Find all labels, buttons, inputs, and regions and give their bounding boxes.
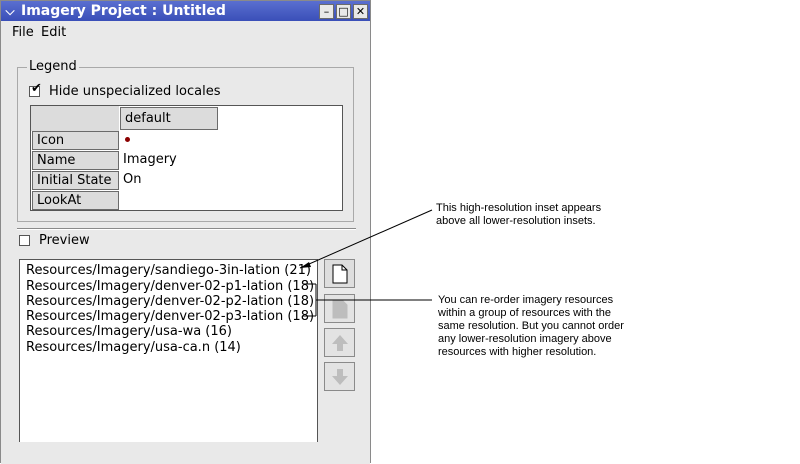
hide-unspecialized-checkbox[interactable]: ✔ bbox=[29, 82, 42, 97]
annotation-bottom: You can re-order imagery resources withi… bbox=[438, 294, 624, 359]
annotation-line: This high-resolution inset appears bbox=[436, 202, 602, 214]
hide-unspecialized-label: Hide unspecialized locales bbox=[49, 84, 221, 99]
preview-checkbox[interactable] bbox=[19, 235, 30, 246]
minimize-icon[interactable]: – bbox=[319, 4, 334, 19]
new-document-icon bbox=[332, 264, 348, 284]
legend-group-label: Legend bbox=[27, 59, 79, 74]
annotation-top: This high-resolution inset appears above… bbox=[436, 202, 601, 228]
row-header-name[interactable]: Name bbox=[32, 151, 119, 170]
separator bbox=[17, 228, 356, 230]
list-item[interactable]: Resources/Imagery/sandiego-3in-lation (2… bbox=[26, 263, 311, 278]
annotation-line: any lower-resolution imagery above bbox=[438, 333, 612, 345]
window-bottom bbox=[1, 442, 370, 464]
placemark-dot-icon[interactable] bbox=[125, 137, 130, 142]
annotation-line: within a group of resources with the bbox=[438, 307, 612, 319]
annotation-line: resources with higher resolution. bbox=[438, 346, 597, 358]
annotation-line: same resolution. But you cannot order bbox=[438, 320, 624, 332]
annotation-line: above all lower-resolution insets. bbox=[436, 215, 596, 227]
move-up-icon bbox=[332, 335, 348, 351]
move-up-button[interactable] bbox=[324, 328, 355, 357]
row-header-lookat[interactable]: LookAt bbox=[32, 191, 119, 210]
row-header-initial-state[interactable]: Initial State bbox=[32, 171, 119, 190]
menu-file[interactable]: File bbox=[12, 25, 34, 40]
list-item[interactable]: Resources/Imagery/usa-wa (16) bbox=[26, 324, 232, 339]
move-down-button[interactable] bbox=[324, 362, 355, 391]
table-corner bbox=[31, 106, 119, 131]
imagery-project-window: ⌵ Imagery Project : Untitled – □ ✕ File … bbox=[0, 0, 371, 464]
list-item[interactable]: Resources/Imagery/usa-ca.n (14) bbox=[26, 340, 241, 355]
delete-document-icon bbox=[332, 299, 348, 319]
menu-bar: File Edit bbox=[1, 22, 370, 42]
delete-resource-button[interactable] bbox=[324, 294, 355, 323]
new-resource-button[interactable] bbox=[324, 259, 355, 288]
list-item[interactable]: Resources/Imagery/denver-02-p1-lation (1… bbox=[26, 279, 314, 294]
cell-name-value[interactable]: Imagery bbox=[123, 152, 177, 167]
check-icon: ✔ bbox=[31, 81, 42, 96]
preview-label: Preview bbox=[39, 233, 90, 248]
list-item[interactable]: Resources/Imagery/denver-02-p3-lation (1… bbox=[26, 309, 314, 324]
cell-initial-state-value[interactable]: On bbox=[123, 172, 141, 187]
close-icon[interactable]: ✕ bbox=[353, 4, 368, 19]
legend-table: default Icon Name Initial State LookAt I… bbox=[30, 105, 343, 211]
window-title: Imagery Project : Untitled bbox=[21, 3, 226, 19]
menu-edit[interactable]: Edit bbox=[41, 25, 66, 40]
resource-list[interactable]: Resources/Imagery/sandiego-3in-lation (2… bbox=[19, 259, 318, 451]
annotation-line: You can re-order imagery resources bbox=[438, 294, 614, 306]
title-bar[interactable]: ⌵ Imagery Project : Untitled – □ ✕ bbox=[1, 1, 370, 21]
window-menu-icon[interactable]: ⌵ bbox=[3, 4, 17, 18]
row-header-icon[interactable]: Icon bbox=[32, 131, 119, 150]
column-header-default[interactable]: default bbox=[120, 107, 218, 130]
move-down-icon bbox=[332, 369, 348, 385]
maximize-icon[interactable]: □ bbox=[336, 4, 351, 19]
list-item[interactable]: Resources/Imagery/denver-02-p2-lation (1… bbox=[26, 294, 314, 309]
